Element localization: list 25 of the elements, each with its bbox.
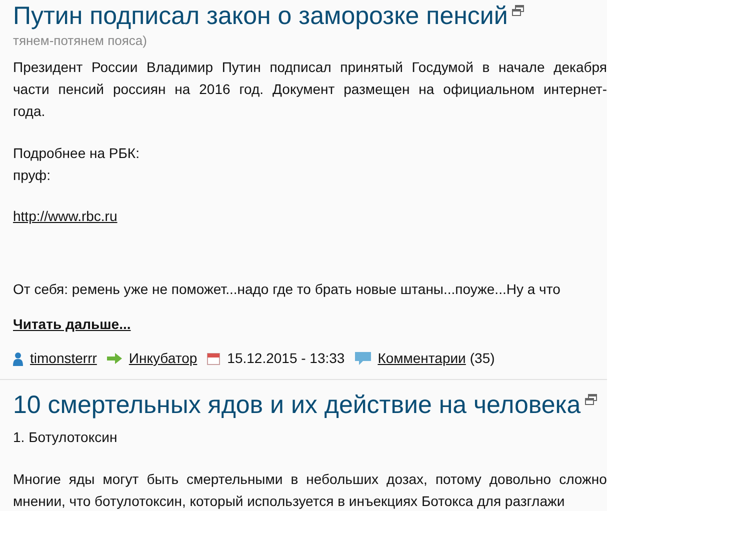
arrow-icon — [106, 353, 122, 364]
paragraph-line: Многие яды могут быть смертельными в небольших дозах, потому довольно сложно — [13, 470, 607, 489]
paragraph-line: Президент России Владимир Путин подписал принятый Госдумой в начале декабря — [13, 58, 607, 77]
paragraph-line: года. — [13, 102, 46, 121]
article-title[interactable]: 10 смертельных ядов и их действие на человека — [13, 390, 581, 420]
paragraph-line: мнении, что ботулотоксин, который используется в инъекциях Ботокса для разглажи — [13, 492, 565, 511]
calendar-icon — [207, 352, 220, 365]
category-link[interactable]: Инкубатор — [128, 348, 198, 369]
paragraph-line: 1. Ботулотоксин — [13, 428, 118, 447]
article-title[interactable]: Путин подписал закон о заморозке пенсий — [13, 1, 508, 31]
comments-count: (35) — [470, 349, 495, 368]
source-link[interactable]: http://www.rbc.ru — [13, 206, 118, 226]
person-icon — [13, 352, 23, 366]
comments-link[interactable]: Комментарии — [378, 348, 466, 369]
external-link-icon[interactable] — [512, 5, 524, 16]
article-subtitle: тянем-потянем пояса) — [13, 32, 148, 50]
author-link[interactable]: timonsterrr — [30, 348, 97, 369]
paragraph-line: От себя: ремень уже не поможет...надо где то брать новые штаны...поуже...Ну а что — [13, 280, 560, 299]
paragraph-line: пруф: — [13, 166, 50, 185]
read-more-link[interactable]: Читать дальше... — [13, 314, 131, 334]
external-link-icon[interactable] — [584, 394, 597, 405]
paragraph-line: части пенсий россиян на 2016 год. Документ размещен на официальном интернет- — [13, 80, 607, 99]
comment-icon — [354, 352, 371, 365]
paragraph-line: Подробнее на РБК: — [13, 144, 140, 163]
post-date: 15.12.2015 - 13:33 — [227, 349, 345, 368]
